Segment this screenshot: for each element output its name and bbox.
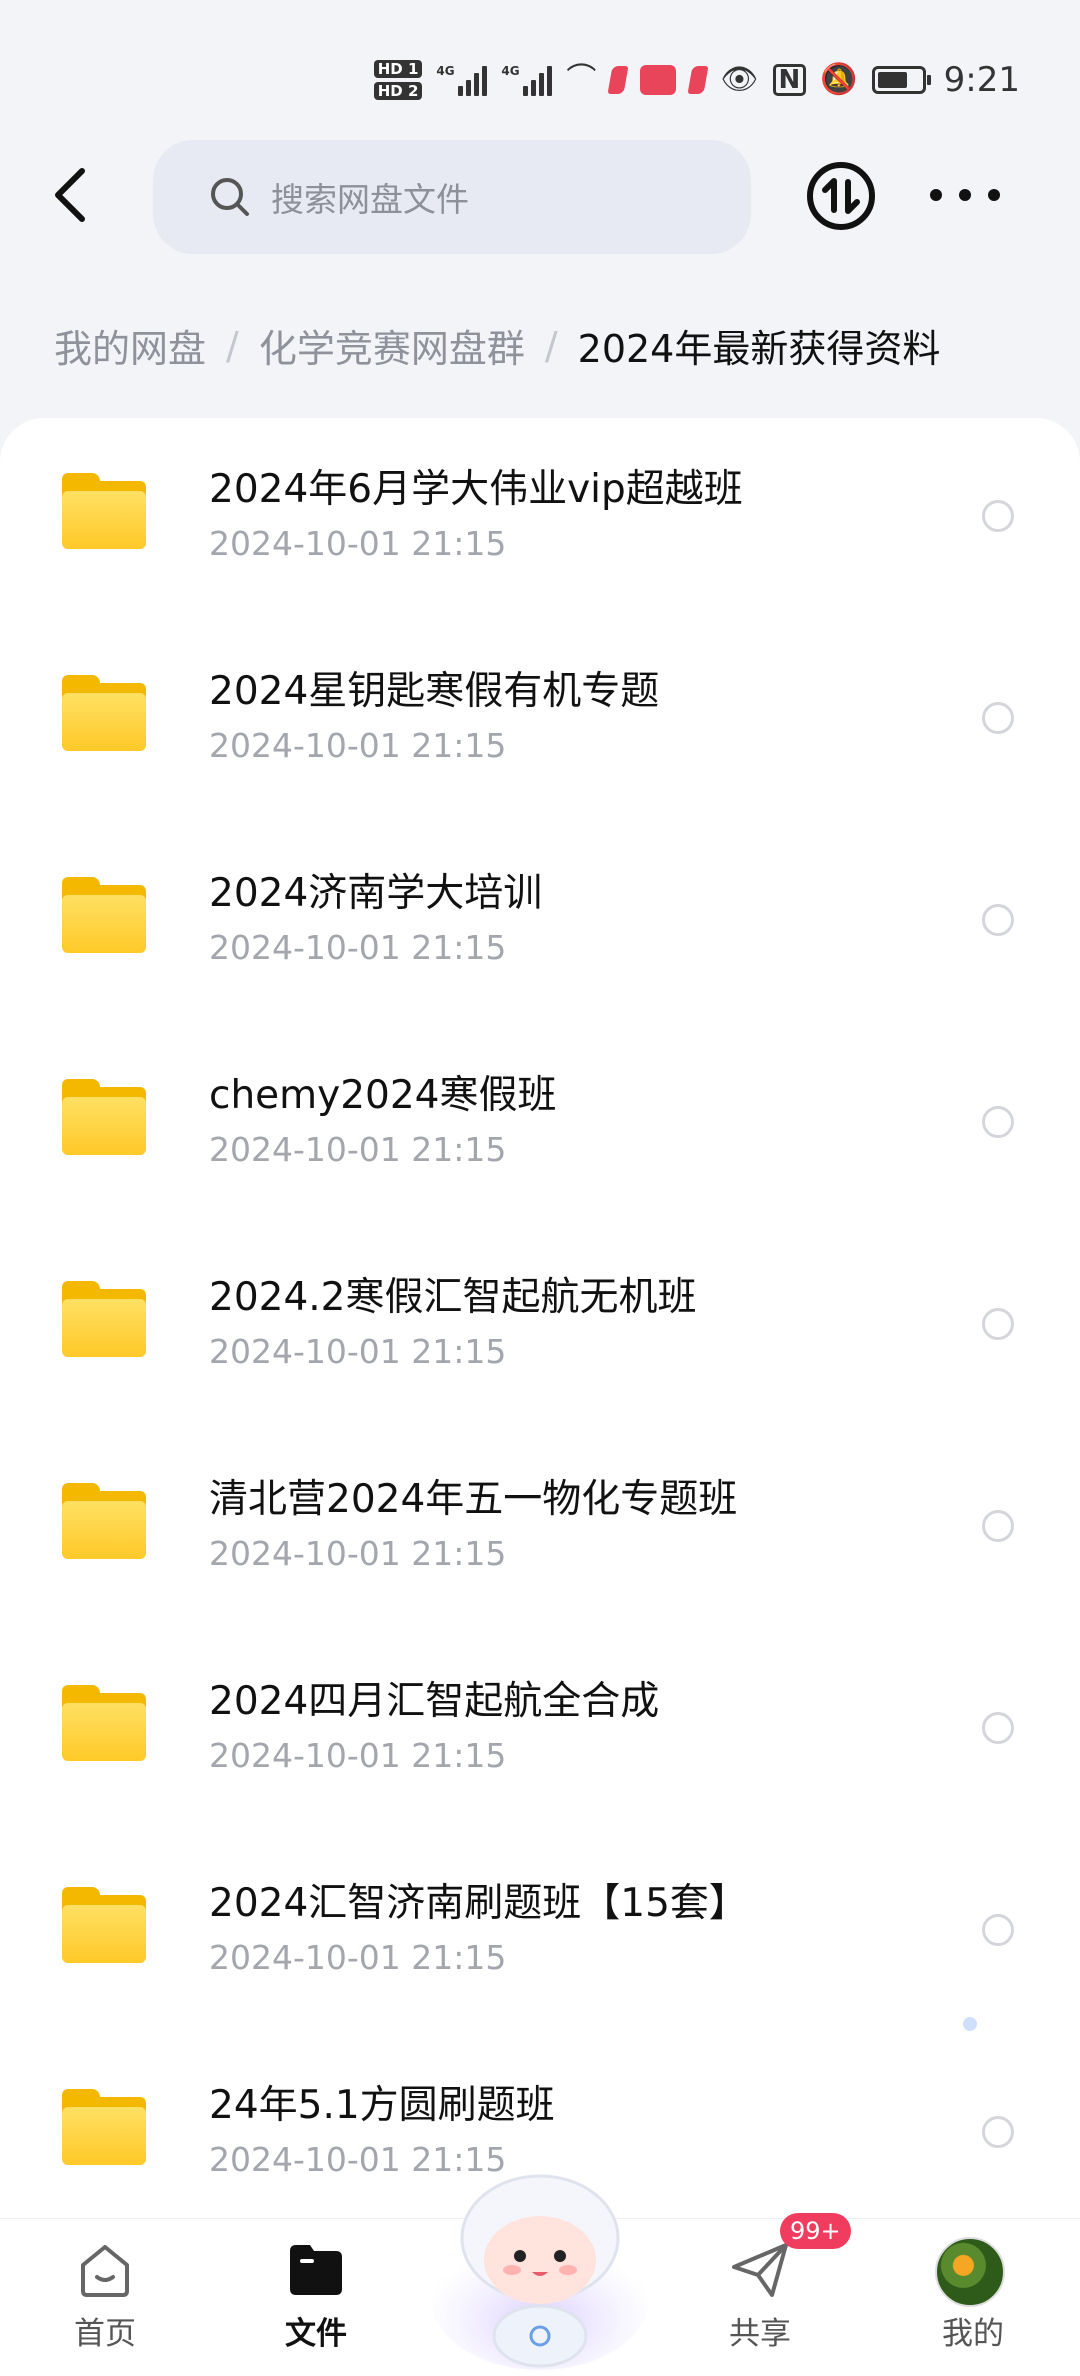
list-item[interactable]: chemy2024寒假班 2024-10-01 21:15 [0, 1024, 1080, 1226]
file-date: 2024-10-01 21:15 [209, 1130, 507, 1169]
file-name: 2024汇智济南刷题班【15套】 [209, 1881, 748, 1926]
hd1-label: HD 1 [373, 60, 423, 78]
status-bar: HD 1 HD 2 4G 4G ⌒ 👁 N 🔕 9:21 [0, 0, 1080, 150]
signal-1-icon: 4G [436, 64, 488, 96]
nfc-icon: N [772, 64, 807, 96]
tab-mine[interactable]: 我的 [903, 2237, 1043, 2367]
folder-icon [62, 1079, 146, 1155]
tab-share[interactable]: 共享 [690, 2237, 830, 2367]
hd-indicator: HD 1 HD 2 [373, 60, 423, 100]
select-checkbox[interactable] [982, 1106, 1014, 1138]
select-checkbox[interactable] [982, 1712, 1014, 1744]
search-icon [211, 178, 249, 216]
file-date: 2024-10-01 21:15 [209, 1938, 507, 1977]
mascot-assistant-button[interactable] [432, 2150, 648, 2376]
file-date: 2024-10-01 21:15 [209, 726, 507, 765]
tab-home-label: 首页 [74, 2316, 136, 2352]
breadcrumb-item-group[interactable]: 化学竞赛网盘群 [259, 318, 525, 373]
breadcrumb-separator: / [544, 323, 558, 368]
eye-icon: 👁 [720, 62, 759, 97]
transfer-icon [807, 162, 875, 230]
list-item[interactable]: 清北营2024年五一物化专题班 2024-10-01 21:15 [0, 1428, 1080, 1630]
list-item[interactable]: 2024星钥匙寒假有机专题 2024-10-01 21:15 [0, 620, 1080, 822]
folder-icon [62, 1685, 146, 1761]
hotspot-icon: ⌒ [566, 62, 597, 97]
file-list: 2024年6月学大伟业vip超越班 2024-10-01 21:15 2024星钥匙… [0, 418, 1080, 2218]
app-notification-icon [687, 66, 709, 94]
send-icon [732, 2243, 788, 2297]
list-item[interactable]: 2024年6月学大伟业vip超越班 2024-10-01 21:15 [0, 418, 1080, 620]
breadcrumb-item-current: 2024年最新获得资料 [577, 327, 941, 371]
folder-icon [62, 473, 146, 549]
signal-2-icon: 4G [501, 64, 553, 96]
file-name: chemy2024寒假班 [209, 1073, 557, 1118]
file-date: 2024-10-01 21:15 [209, 1736, 507, 1775]
folder-icon [290, 2245, 342, 2295]
dot-icon [959, 189, 971, 201]
list-item[interactable]: 2024济南学大培训 2024-10-01 21:15 [0, 822, 1080, 1024]
folder-icon [62, 877, 146, 953]
battery-icon [871, 66, 931, 94]
app-notification-icon [640, 65, 677, 95]
file-name: 2024星钥匙寒假有机专题 [209, 669, 660, 714]
file-name: 2024年6月学大伟业vip超越班 [209, 467, 743, 512]
breadcrumb-separator: / [226, 323, 239, 368]
hd2-label: HD 2 [373, 82, 423, 100]
net2-label: 4G [501, 64, 520, 78]
tab-mine-label: 我的 [942, 2316, 1004, 2352]
file-date: 2024-10-01 21:15 [209, 1534, 507, 1573]
scroll-indicator [963, 2017, 977, 2031]
select-checkbox[interactable] [982, 500, 1014, 532]
clock: 9:21 [943, 60, 1020, 100]
breadcrumb: 我的网盘 / 化学竞赛网盘群 / 2024年最新获得资料 [54, 318, 940, 373]
folder-icon [62, 1281, 146, 1357]
tab-files-label: 文件 [285, 2316, 347, 2352]
file-name: 2024.2寒假汇智起航无机班 [209, 1275, 697, 1320]
file-date: 2024-10-01 21:15 [209, 524, 507, 563]
tab-home[interactable]: 首页 [35, 2237, 175, 2367]
tab-files[interactable]: 文件 [246, 2237, 386, 2367]
file-date: 2024-10-01 21:15 [209, 928, 507, 967]
folder-icon [62, 1887, 146, 1963]
file-date: 2024-10-01 21:15 [209, 1332, 507, 1371]
app-notification-icon [607, 66, 629, 94]
select-checkbox[interactable] [982, 1510, 1014, 1542]
app-screen: HD 1 HD 2 4G 4G ⌒ 👁 N 🔕 9:21 搜索网盘文件 我的网盘… [0, 0, 1080, 2376]
back-button[interactable] [40, 160, 100, 230]
file-name: 24年5.1方圆刷题班 [209, 2083, 555, 2128]
dot-icon [930, 189, 942, 201]
file-name: 2024济南学大培训 [209, 871, 543, 916]
battery-level [877, 72, 908, 88]
chevron-left-icon [55, 168, 85, 222]
breadcrumb-item-my-drive[interactable]: 我的网盘 [54, 318, 206, 373]
select-checkbox[interactable] [982, 904, 1014, 936]
tab-share-label: 共享 [729, 2316, 791, 2352]
search-input[interactable]: 搜索网盘文件 [153, 140, 751, 254]
list-item[interactable]: 2024汇智济南刷题班【15套】 2024-10-01 21:15 [0, 1832, 1080, 2034]
select-checkbox[interactable] [982, 1308, 1014, 1340]
header: 搜索网盘文件 [0, 140, 1080, 255]
file-name: 2024四月汇智起航全合成 [209, 1679, 660, 1724]
select-checkbox[interactable] [982, 2116, 1014, 2148]
mute-bell-icon: 🔕 [820, 62, 858, 97]
select-checkbox[interactable] [982, 702, 1014, 734]
folder-icon [62, 2089, 146, 2165]
share-badge: 99+ [780, 2213, 851, 2249]
list-item[interactable]: 2024四月汇智起航全合成 2024-10-01 21:15 [0, 1630, 1080, 1832]
transfer-button[interactable] [805, 160, 877, 232]
folder-icon [62, 1483, 146, 1559]
home-icon [81, 2245, 129, 2297]
avatar [935, 2237, 1005, 2307]
folder-icon [62, 675, 146, 751]
status-icons: HD 1 HD 2 4G 4G ⌒ 👁 N 🔕 9:21 [373, 55, 1020, 105]
file-name: 清北营2024年五一物化专题班 [209, 1477, 738, 1522]
search-placeholder: 搜索网盘文件 [271, 180, 469, 219]
dot-icon [988, 189, 1000, 201]
select-checkbox[interactable] [982, 1914, 1014, 1946]
list-item[interactable]: 2024.2寒假汇智起航无机班 2024-10-01 21:15 [0, 1226, 1080, 1428]
net1-label: 4G [436, 64, 455, 78]
more-button[interactable] [930, 175, 1000, 215]
